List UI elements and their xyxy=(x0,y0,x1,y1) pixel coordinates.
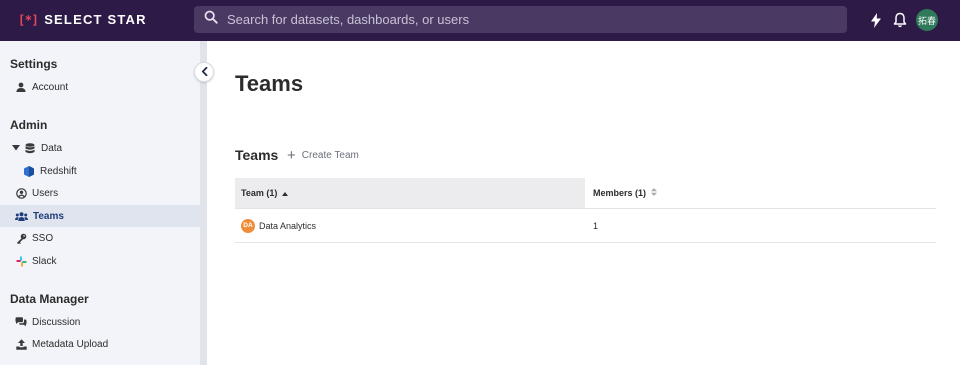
members-cell: 1 xyxy=(585,209,936,242)
redshift-icon xyxy=(23,165,35,177)
slack-icon xyxy=(15,255,27,267)
comments-icon xyxy=(15,316,27,328)
search-icon xyxy=(204,10,218,29)
create-team-button[interactable]: + Create Team xyxy=(287,148,359,163)
chevron-left-icon xyxy=(201,63,208,81)
user-avatar[interactable]: 拓春 xyxy=(916,9,938,31)
sidebar-item-account[interactable]: Account xyxy=(0,76,200,98)
section-title-admin: Admin xyxy=(10,118,48,132)
column-header-label: Team (1) xyxy=(241,188,278,198)
column-header-label: Members (1) xyxy=(593,188,647,198)
top-actions: 拓春 xyxy=(868,9,938,31)
table-header: Team (1) Members (1) xyxy=(235,178,936,209)
sidebar-item-metadata-upload[interactable]: Metadata Upload xyxy=(0,333,200,355)
user-circle-icon xyxy=(15,187,27,199)
logo-mark: [*] xyxy=(18,12,39,27)
team-cell: DA Data Analytics xyxy=(235,209,585,242)
database-icon xyxy=(24,142,36,154)
settings-sidebar: Settings Account Admin Data Redshift Use… xyxy=(0,41,200,365)
sidebar-item-data[interactable]: Data xyxy=(0,137,200,159)
create-team-label: Create Team xyxy=(301,150,359,161)
section-title-data-manager: Data Manager xyxy=(10,292,89,306)
sidebar-item-label: Metadata Upload xyxy=(32,338,109,350)
sidebar-item-label: Users xyxy=(32,187,59,199)
top-navigation-bar: [*] SELECT STAR Search for datasets, das… xyxy=(0,0,960,41)
sort-icon xyxy=(651,188,658,198)
search-bar[interactable]: Search for datasets, dashboards, or user… xyxy=(194,6,847,33)
sort-asc-icon xyxy=(282,189,289,198)
section-title-settings: Settings xyxy=(10,57,58,71)
plus-icon: + xyxy=(287,147,296,164)
sidebar-item-label: Discussion xyxy=(32,316,81,328)
users-group-icon xyxy=(15,210,28,222)
members-count: 1 xyxy=(593,220,599,231)
column-header-members[interactable]: Members (1) xyxy=(585,178,936,208)
page-title: Teams xyxy=(235,71,304,96)
sidebar-item-label: SSO xyxy=(32,232,54,244)
bell-icon[interactable] xyxy=(892,11,908,29)
collapse-sidebar-button[interactable] xyxy=(194,62,214,82)
search-input[interactable]: Search for datasets, dashboards, or user… xyxy=(227,12,469,27)
caret-down-icon xyxy=(11,142,20,154)
user-icon xyxy=(15,81,27,93)
sidebar-divider[interactable] xyxy=(200,41,207,365)
key-icon xyxy=(15,232,27,244)
sidebar-item-teams[interactable]: Teams xyxy=(0,205,200,227)
sidebar-item-slack[interactable]: Slack xyxy=(0,250,200,272)
bolt-icon[interactable] xyxy=(868,11,884,29)
sidebar-item-label: Data xyxy=(41,142,63,154)
sidebar-item-discussion[interactable]: Discussion xyxy=(0,311,200,333)
teams-table: Team (1) Members (1) DA Data Analytics 1 xyxy=(235,178,936,243)
team-avatar: DA xyxy=(241,218,255,233)
section-title: Teams xyxy=(235,147,279,163)
logo-text: SELECT STAR xyxy=(44,12,147,27)
column-header-team[interactable]: Team (1) xyxy=(235,178,585,208)
sidebar-item-sso[interactable]: SSO xyxy=(0,227,200,249)
table-row[interactable]: DA Data Analytics 1 xyxy=(235,209,936,243)
sidebar-item-label: Account xyxy=(32,81,69,93)
sidebar-item-label: Slack xyxy=(32,255,57,267)
team-name-link[interactable]: Data Analytics xyxy=(259,221,316,231)
app-logo[interactable]: [*] SELECT STAR xyxy=(18,12,147,27)
sidebar-item-label: Teams xyxy=(33,210,64,222)
upload-icon xyxy=(15,338,27,350)
sidebar-item-redshift[interactable]: Redshift xyxy=(0,160,200,182)
sidebar-item-users[interactable]: Users xyxy=(0,182,200,204)
sidebar-item-label: Redshift xyxy=(40,165,77,177)
